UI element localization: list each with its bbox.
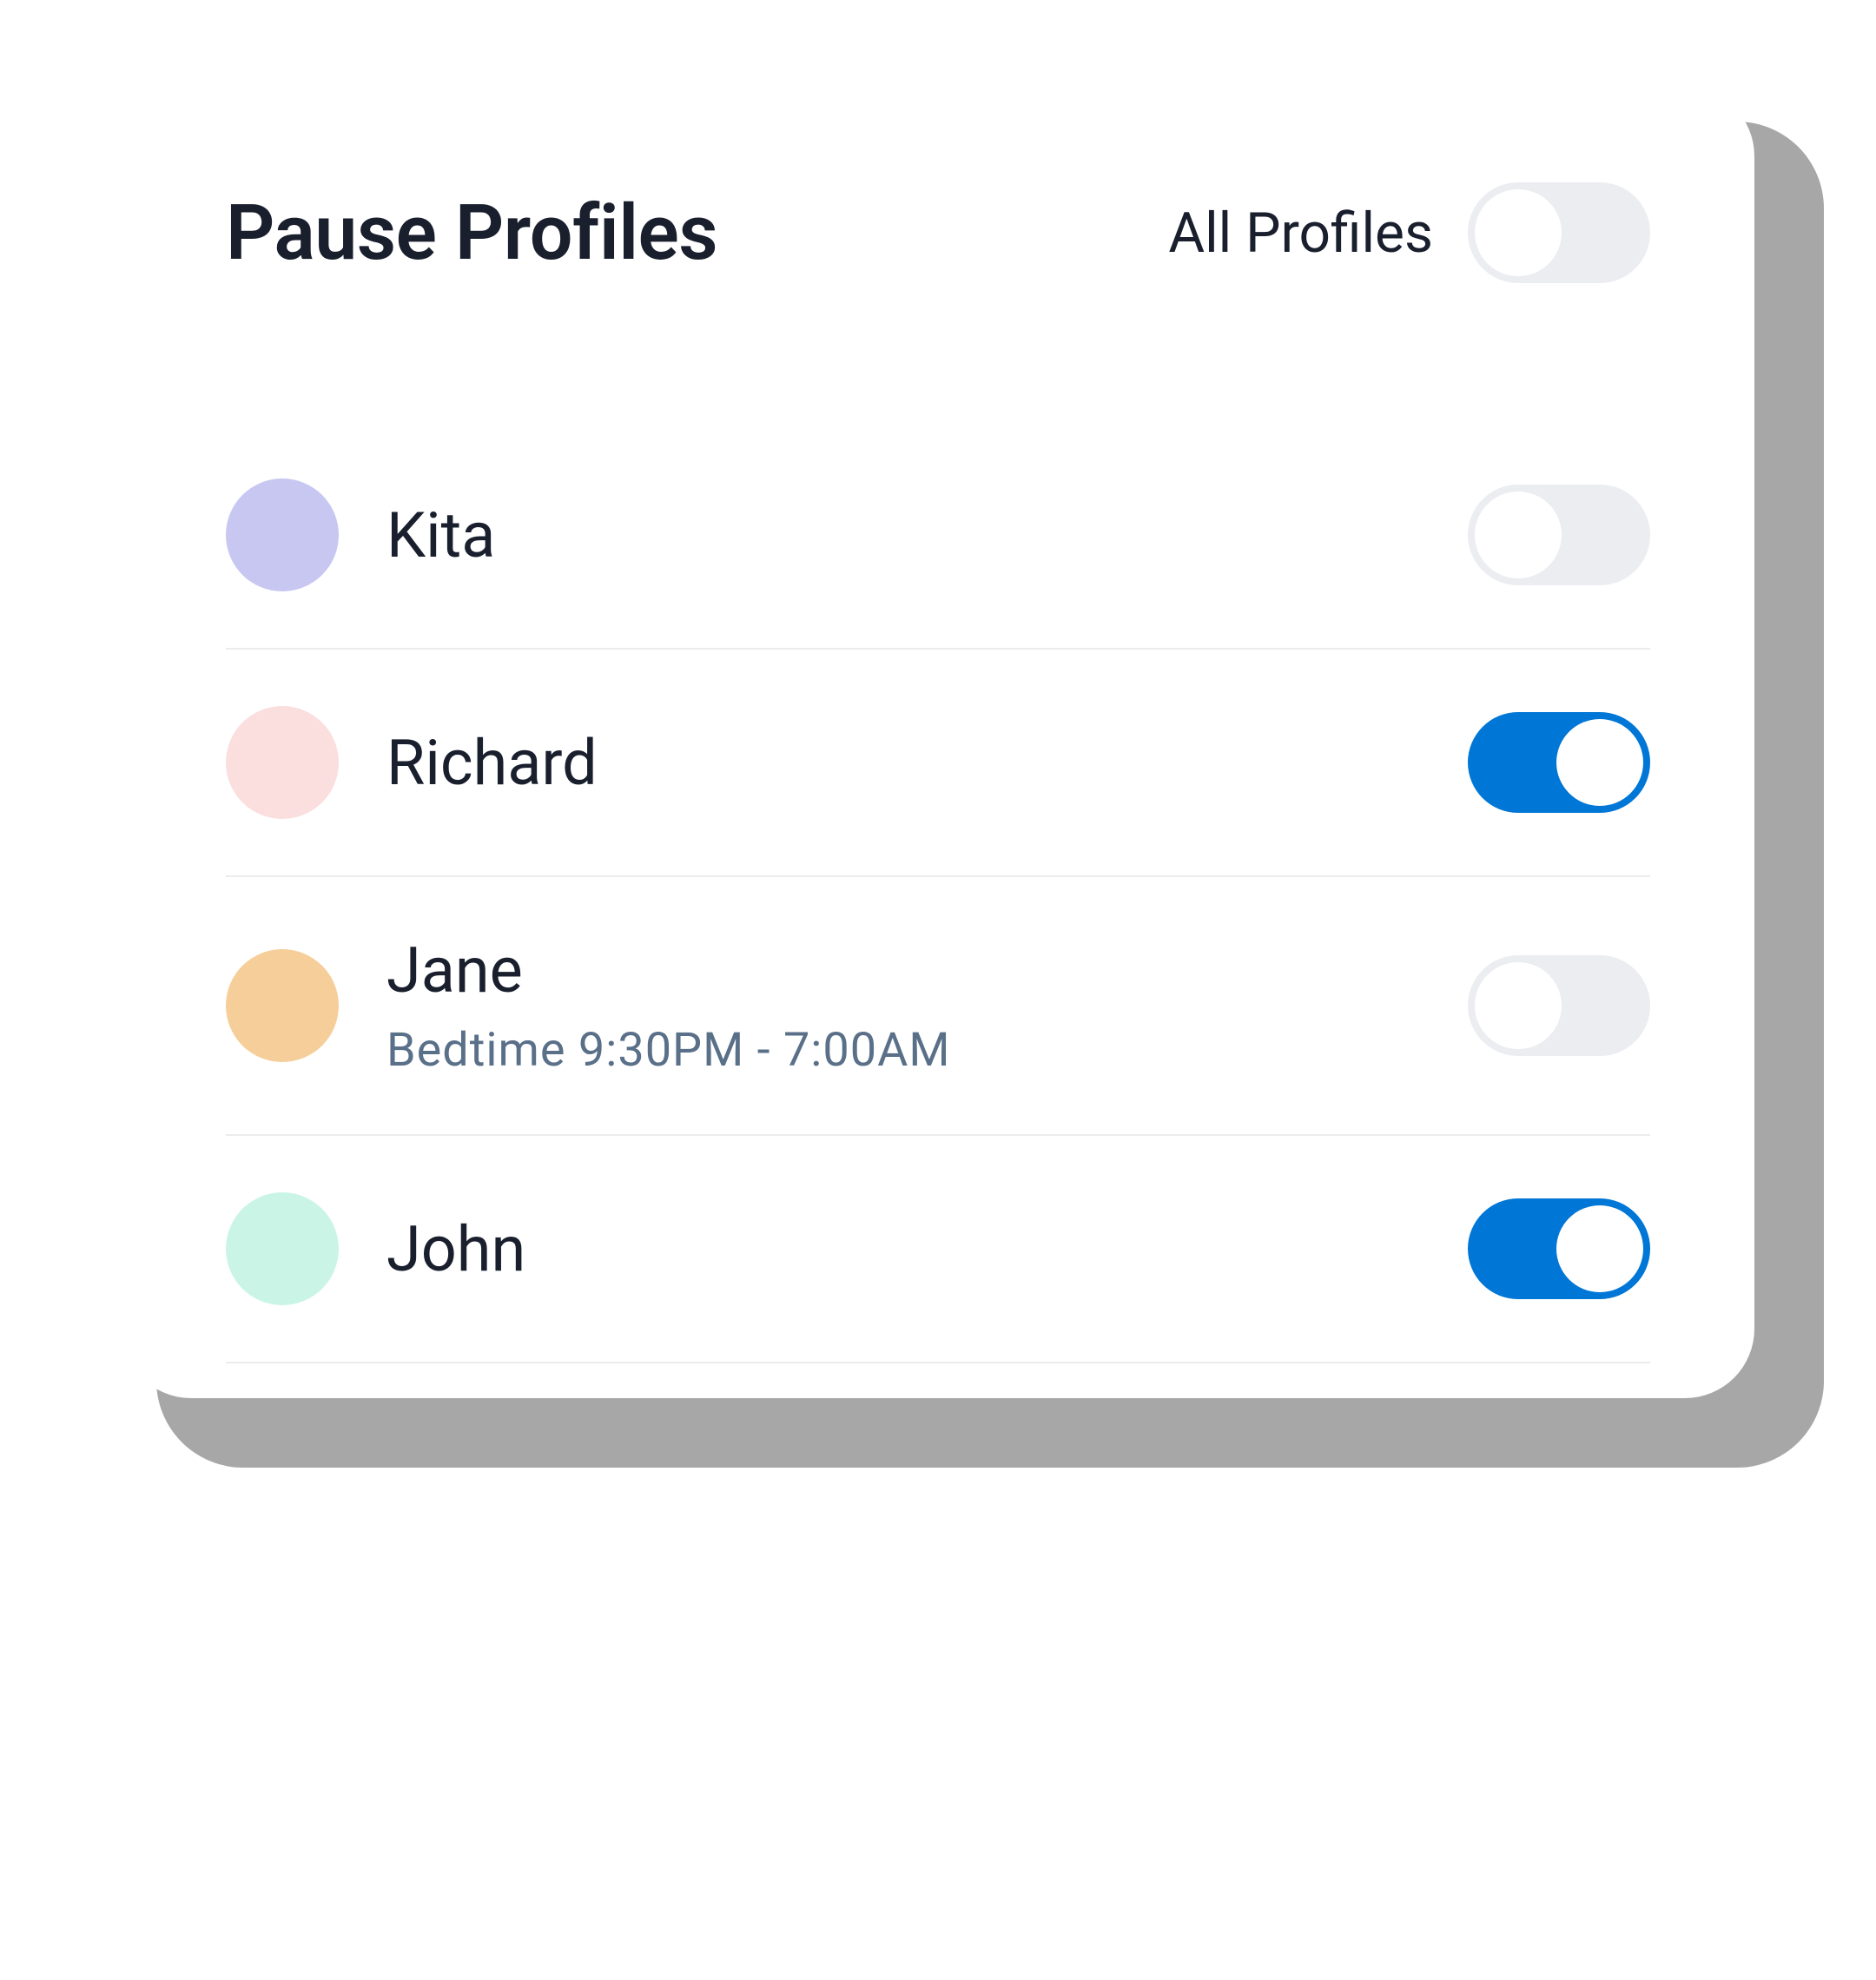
page-title: Pause Profiles	[226, 188, 717, 278]
header: Pause Profiles All Profiles	[226, 182, 1650, 283]
profile-row: Kita	[226, 422, 1650, 650]
profile-row: John	[226, 1136, 1650, 1363]
profile-toggle[interactable]	[1468, 955, 1650, 1056]
all-profiles-toggle[interactable]	[1468, 182, 1650, 283]
toggle-knob	[1475, 492, 1562, 578]
profile-info: John	[386, 1212, 1468, 1286]
avatar	[226, 949, 339, 1062]
profile-list: Kita Richard Jane Bedtime 9:30PM - 7:00A…	[226, 422, 1650, 1363]
profile-row: Richard	[226, 650, 1650, 877]
profile-subtitle: Bedtime 9:30PM - 7:00AM	[386, 1023, 1468, 1078]
toggle-knob	[1556, 1205, 1643, 1292]
profile-name: John	[386, 1212, 1468, 1286]
profile-toggle[interactable]	[1468, 485, 1650, 585]
avatar	[226, 478, 339, 591]
profile-toggle[interactable]	[1468, 712, 1650, 813]
profile-name: Jane	[386, 934, 1468, 1007]
pause-profiles-card: Pause Profiles All Profiles Kita Richard	[122, 87, 1754, 1398]
profile-info: Richard	[386, 726, 1468, 800]
all-profiles-control: All Profiles	[1168, 182, 1650, 283]
profile-name: Kita	[386, 498, 1468, 572]
avatar	[226, 706, 339, 819]
profile-toggle[interactable]	[1468, 1198, 1650, 1299]
profile-info: Jane Bedtime 9:30PM - 7:00AM	[386, 934, 1468, 1078]
profile-row: Jane Bedtime 9:30PM - 7:00AM	[226, 877, 1650, 1136]
profile-name: Richard	[386, 726, 1468, 800]
all-profiles-label: All Profiles	[1168, 201, 1433, 266]
toggle-knob	[1475, 962, 1562, 1049]
toggle-knob	[1556, 719, 1643, 806]
profile-info: Kita	[386, 498, 1468, 572]
avatar	[226, 1192, 339, 1305]
toggle-knob	[1475, 189, 1562, 276]
